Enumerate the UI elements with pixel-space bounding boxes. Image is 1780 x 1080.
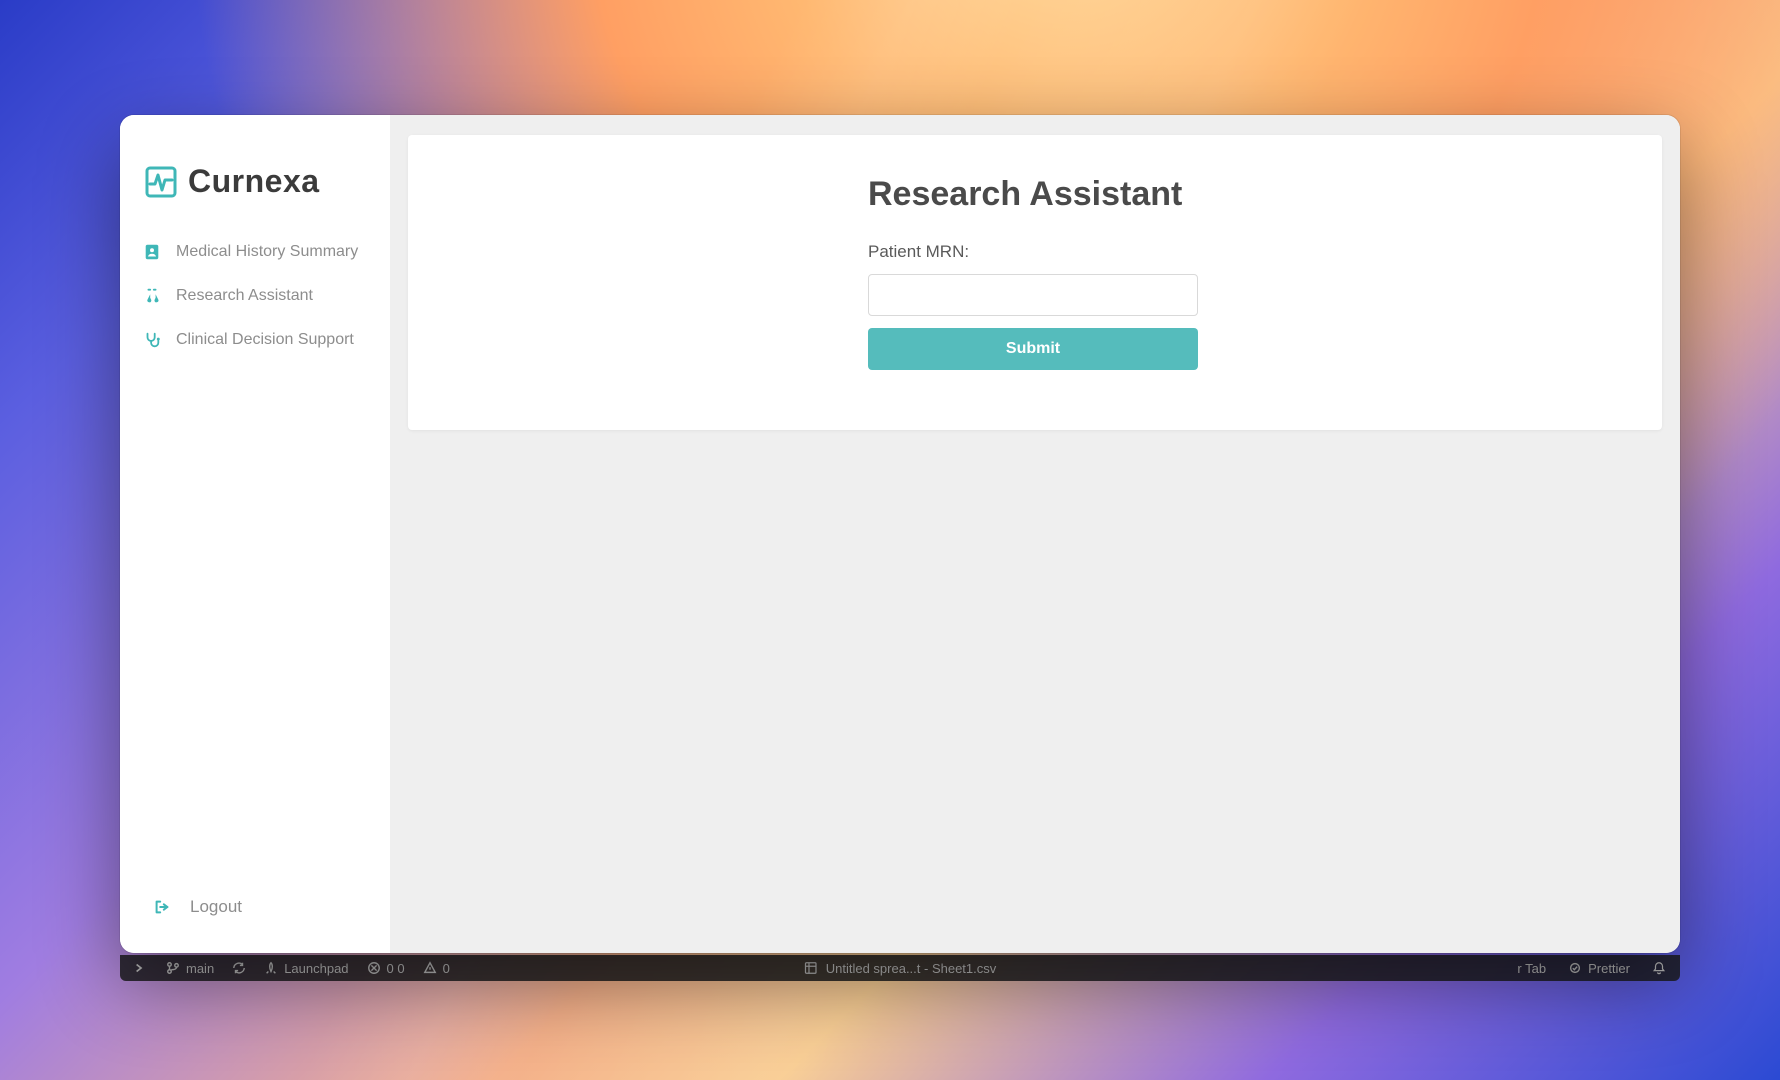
open-file-label: Untitled sprea...t - Sheet1.csv [826,961,997,976]
patient-mrn-input[interactable] [868,274,1198,316]
logout-icon [152,897,172,917]
brand: Curnexa [144,163,370,200]
tab-indicator[interactable]: r Tab [1517,961,1546,976]
sidebar-item-label: Medical History Summary [176,243,358,261]
mrn-label: Patient MRN: [868,242,1198,262]
sidebar-item-clinical-decision[interactable]: Clinical Decision Support [138,322,376,358]
logout-button[interactable]: Logout [138,887,376,939]
prettier-indicator[interactable]: Prettier [1568,961,1630,976]
sidebar-item-research-assistant[interactable]: Research Assistant [138,278,376,314]
logout-label: Logout [190,897,242,917]
sidebar-item-label: Clinical Decision Support [176,331,354,349]
sidebar-item-label: Research Assistant [176,287,313,305]
status-prompt-icon [134,961,148,975]
bell-icon[interactable] [1652,961,1666,976]
submit-button[interactable]: Submit [868,328,1198,370]
sidebar-nav: Medical History Summary Research Assista… [138,234,376,358]
open-file-indicator[interactable]: Untitled sprea...t - Sheet1.csv [804,961,997,976]
stethoscope-icon [142,330,162,350]
status-bar: main Launchpad 0 0 0 Untitled sprea...t … [120,955,1680,981]
launchpad-label: Launchpad [284,961,348,976]
sidebar: Curnexa Medical History Summary Research… [120,115,390,953]
problems-count-label: 0 0 [387,961,405,976]
prettier-label: Prettier [1588,961,1630,976]
lab-flask-icon [142,286,162,306]
patient-card-icon [142,242,162,262]
content-card: Research Assistant Patient MRN: Submit [408,135,1662,430]
desktop-wallpaper: main Launchpad 0 0 0 Untitled sprea...t … [0,0,1780,1080]
brand-logo-icon [144,165,178,199]
sync-icon[interactable] [232,961,246,975]
page-title: Research Assistant [868,175,1198,214]
main-content: Research Assistant Patient MRN: Submit [390,115,1680,953]
brand-name: Curnexa [188,163,320,200]
git-branch-label: main [186,961,214,976]
warnings-counter[interactable]: 0 [423,961,450,976]
form-container: Research Assistant Patient MRN: Submit [868,175,1198,370]
launchpad-item[interactable]: Launchpad [264,961,348,976]
problems-counter[interactable]: 0 0 [367,961,405,976]
sidebar-item-medical-history[interactable]: Medical History Summary [138,234,376,270]
warnings-count-label: 0 [443,961,450,976]
app-window: Curnexa Medical History Summary Research… [120,115,1680,953]
git-branch[interactable]: main [166,961,214,976]
